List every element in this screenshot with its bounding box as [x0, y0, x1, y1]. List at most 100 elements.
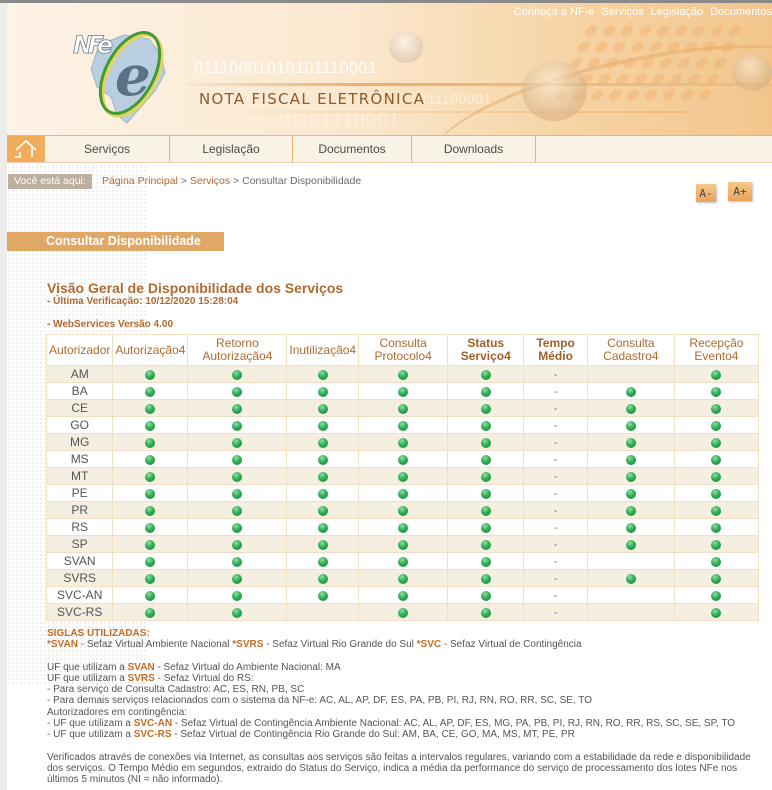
green-status-icon — [480, 403, 491, 414]
green-status-icon — [711, 471, 722, 482]
tempo-medio-value: - — [553, 590, 558, 602]
disclaimer-text: Verificados através de conexões via Inte… — [47, 751, 751, 786]
status-cell-status — [447, 467, 525, 485]
font-increase-button[interactable]: A+ — [728, 182, 752, 201]
status-cell-retorno — [187, 518, 288, 536]
nav-item-servicos[interactable]: Serviços — [45, 136, 170, 162]
green-status-icon — [398, 369, 409, 380]
green-status-icon — [711, 454, 722, 465]
header-banner: 01110001010101110001 0111100001 10101110… — [7, 3, 772, 135]
column-header: Tempo Médio — [523, 334, 588, 366]
green-status-icon — [317, 590, 328, 601]
green-status-icon — [317, 471, 328, 482]
banner-binary-text: 01110001010101110001 — [194, 60, 378, 77]
status-cell-status — [447, 365, 525, 383]
green-status-icon — [398, 522, 409, 533]
column-header: Recepção Evento4 — [673, 334, 760, 366]
top-link-servicos[interactable]: Serviços — [601, 6, 643, 18]
status-cell-autorizacao — [112, 569, 189, 587]
svcrs-text: - Sefaz Virtual de Contingência Rio Gran… — [171, 729, 575, 741]
status-cell-evento — [673, 365, 760, 383]
green-status-icon — [398, 590, 409, 601]
green-status-icon — [317, 420, 328, 431]
green-status-icon — [317, 488, 328, 499]
status-cell-cadastro — [586, 552, 675, 570]
status-cell-status — [447, 433, 525, 451]
green-status-icon — [480, 522, 491, 533]
green-status-icon — [711, 420, 722, 431]
nav-item-documentos[interactable]: Documentos — [293, 136, 412, 162]
status-cell-tempo: - — [523, 467, 588, 485]
page-heading: Visão Geral de Disponibilidade dos Servi… — [47, 280, 344, 296]
green-status-icon — [625, 488, 636, 499]
table-row: AM - — [45, 365, 760, 383]
status-cell-retorno — [187, 603, 288, 621]
status-cell-autorizacao — [112, 501, 189, 519]
top-link-documentos[interactable]: Documentos — [710, 6, 772, 18]
green-status-icon — [317, 454, 328, 465]
green-status-icon — [232, 437, 243, 448]
site-title: NOTA FISCAL ELETRÔNICA — [199, 90, 426, 108]
logo-e-letter: e — [115, 43, 151, 109]
status-cell-cadastro — [586, 433, 675, 451]
status-cell-tempo: - — [523, 603, 588, 621]
nfe-logo[interactable]: e NFe — [69, 17, 179, 127]
nav-item-downloads[interactable]: Downloads — [412, 136, 536, 162]
status-cell-retorno — [187, 552, 288, 570]
green-status-icon — [711, 522, 722, 533]
green-status-icon — [317, 403, 328, 414]
autorizador-cell: MT — [45, 467, 114, 485]
green-status-icon — [232, 471, 243, 482]
font-decrease-button[interactable]: A- — [696, 184, 716, 202]
breadcrumb-home-link[interactable]: Página Principal — [102, 175, 178, 187]
webservices-version-text: - WebServices Versão 4.00 — [47, 319, 174, 330]
autorizador-cell: SVAN — [45, 552, 114, 570]
status-cell-protocolo — [358, 467, 449, 485]
home-button[interactable] — [7, 136, 45, 162]
green-status-icon — [232, 369, 243, 380]
banner-orb-decoration — [389, 31, 423, 63]
green-status-icon — [480, 590, 491, 601]
status-cell-status — [447, 518, 525, 536]
green-status-icon — [232, 420, 243, 431]
top-link-conheca[interactable]: Conheça a NF-e — [514, 6, 595, 18]
svrs-key: SVRS — [127, 672, 155, 684]
main-nav: Serviços Legislação Documentos Downloads — [7, 135, 772, 163]
green-status-icon — [711, 573, 722, 584]
green-status-icon — [398, 607, 409, 618]
status-cell-protocolo — [358, 518, 449, 536]
green-status-icon — [317, 369, 328, 380]
top-link-legislacao[interactable]: Legislação — [651, 6, 704, 18]
green-status-icon — [232, 454, 243, 465]
green-status-icon — [145, 369, 156, 380]
green-status-icon — [625, 471, 636, 482]
sigla-text: - Sefaz Virtual Rio Grande do Sul — [263, 639, 417, 651]
status-cell-status — [447, 535, 525, 553]
status-cell-evento — [673, 535, 760, 553]
status-cell-inutilizacao — [286, 382, 360, 400]
nav-item-legislacao[interactable]: Legislação — [170, 136, 293, 162]
status-cell-evento — [673, 603, 760, 621]
breadcrumb-label: Você está aqui: — [8, 174, 92, 189]
status-cell-cadastro — [586, 484, 675, 502]
status-cell-status — [447, 501, 525, 519]
status-cell-tempo: - — [523, 586, 588, 604]
svan-text: - Sefaz Virtual do Ambiente Nacional: MA — [154, 661, 341, 673]
status-cell-protocolo — [358, 501, 449, 519]
green-status-icon — [145, 573, 156, 584]
green-status-icon — [398, 488, 409, 499]
green-status-icon — [625, 539, 636, 550]
green-status-icon — [317, 505, 328, 516]
green-status-icon — [398, 420, 409, 431]
green-status-icon — [480, 539, 491, 550]
tempo-medio-value: - — [553, 420, 558, 432]
green-status-icon — [711, 488, 722, 499]
column-header: Inutilização4 — [286, 334, 360, 366]
status-cell-status — [447, 416, 525, 434]
column-header: Consulta Protocolo4 — [358, 334, 449, 366]
breadcrumb-servicos-link[interactable]: Serviços — [190, 175, 230, 187]
green-status-icon — [480, 505, 491, 516]
status-cell-inutilizacao — [286, 433, 360, 451]
green-status-icon — [480, 420, 491, 431]
status-cell-evento — [673, 501, 760, 519]
